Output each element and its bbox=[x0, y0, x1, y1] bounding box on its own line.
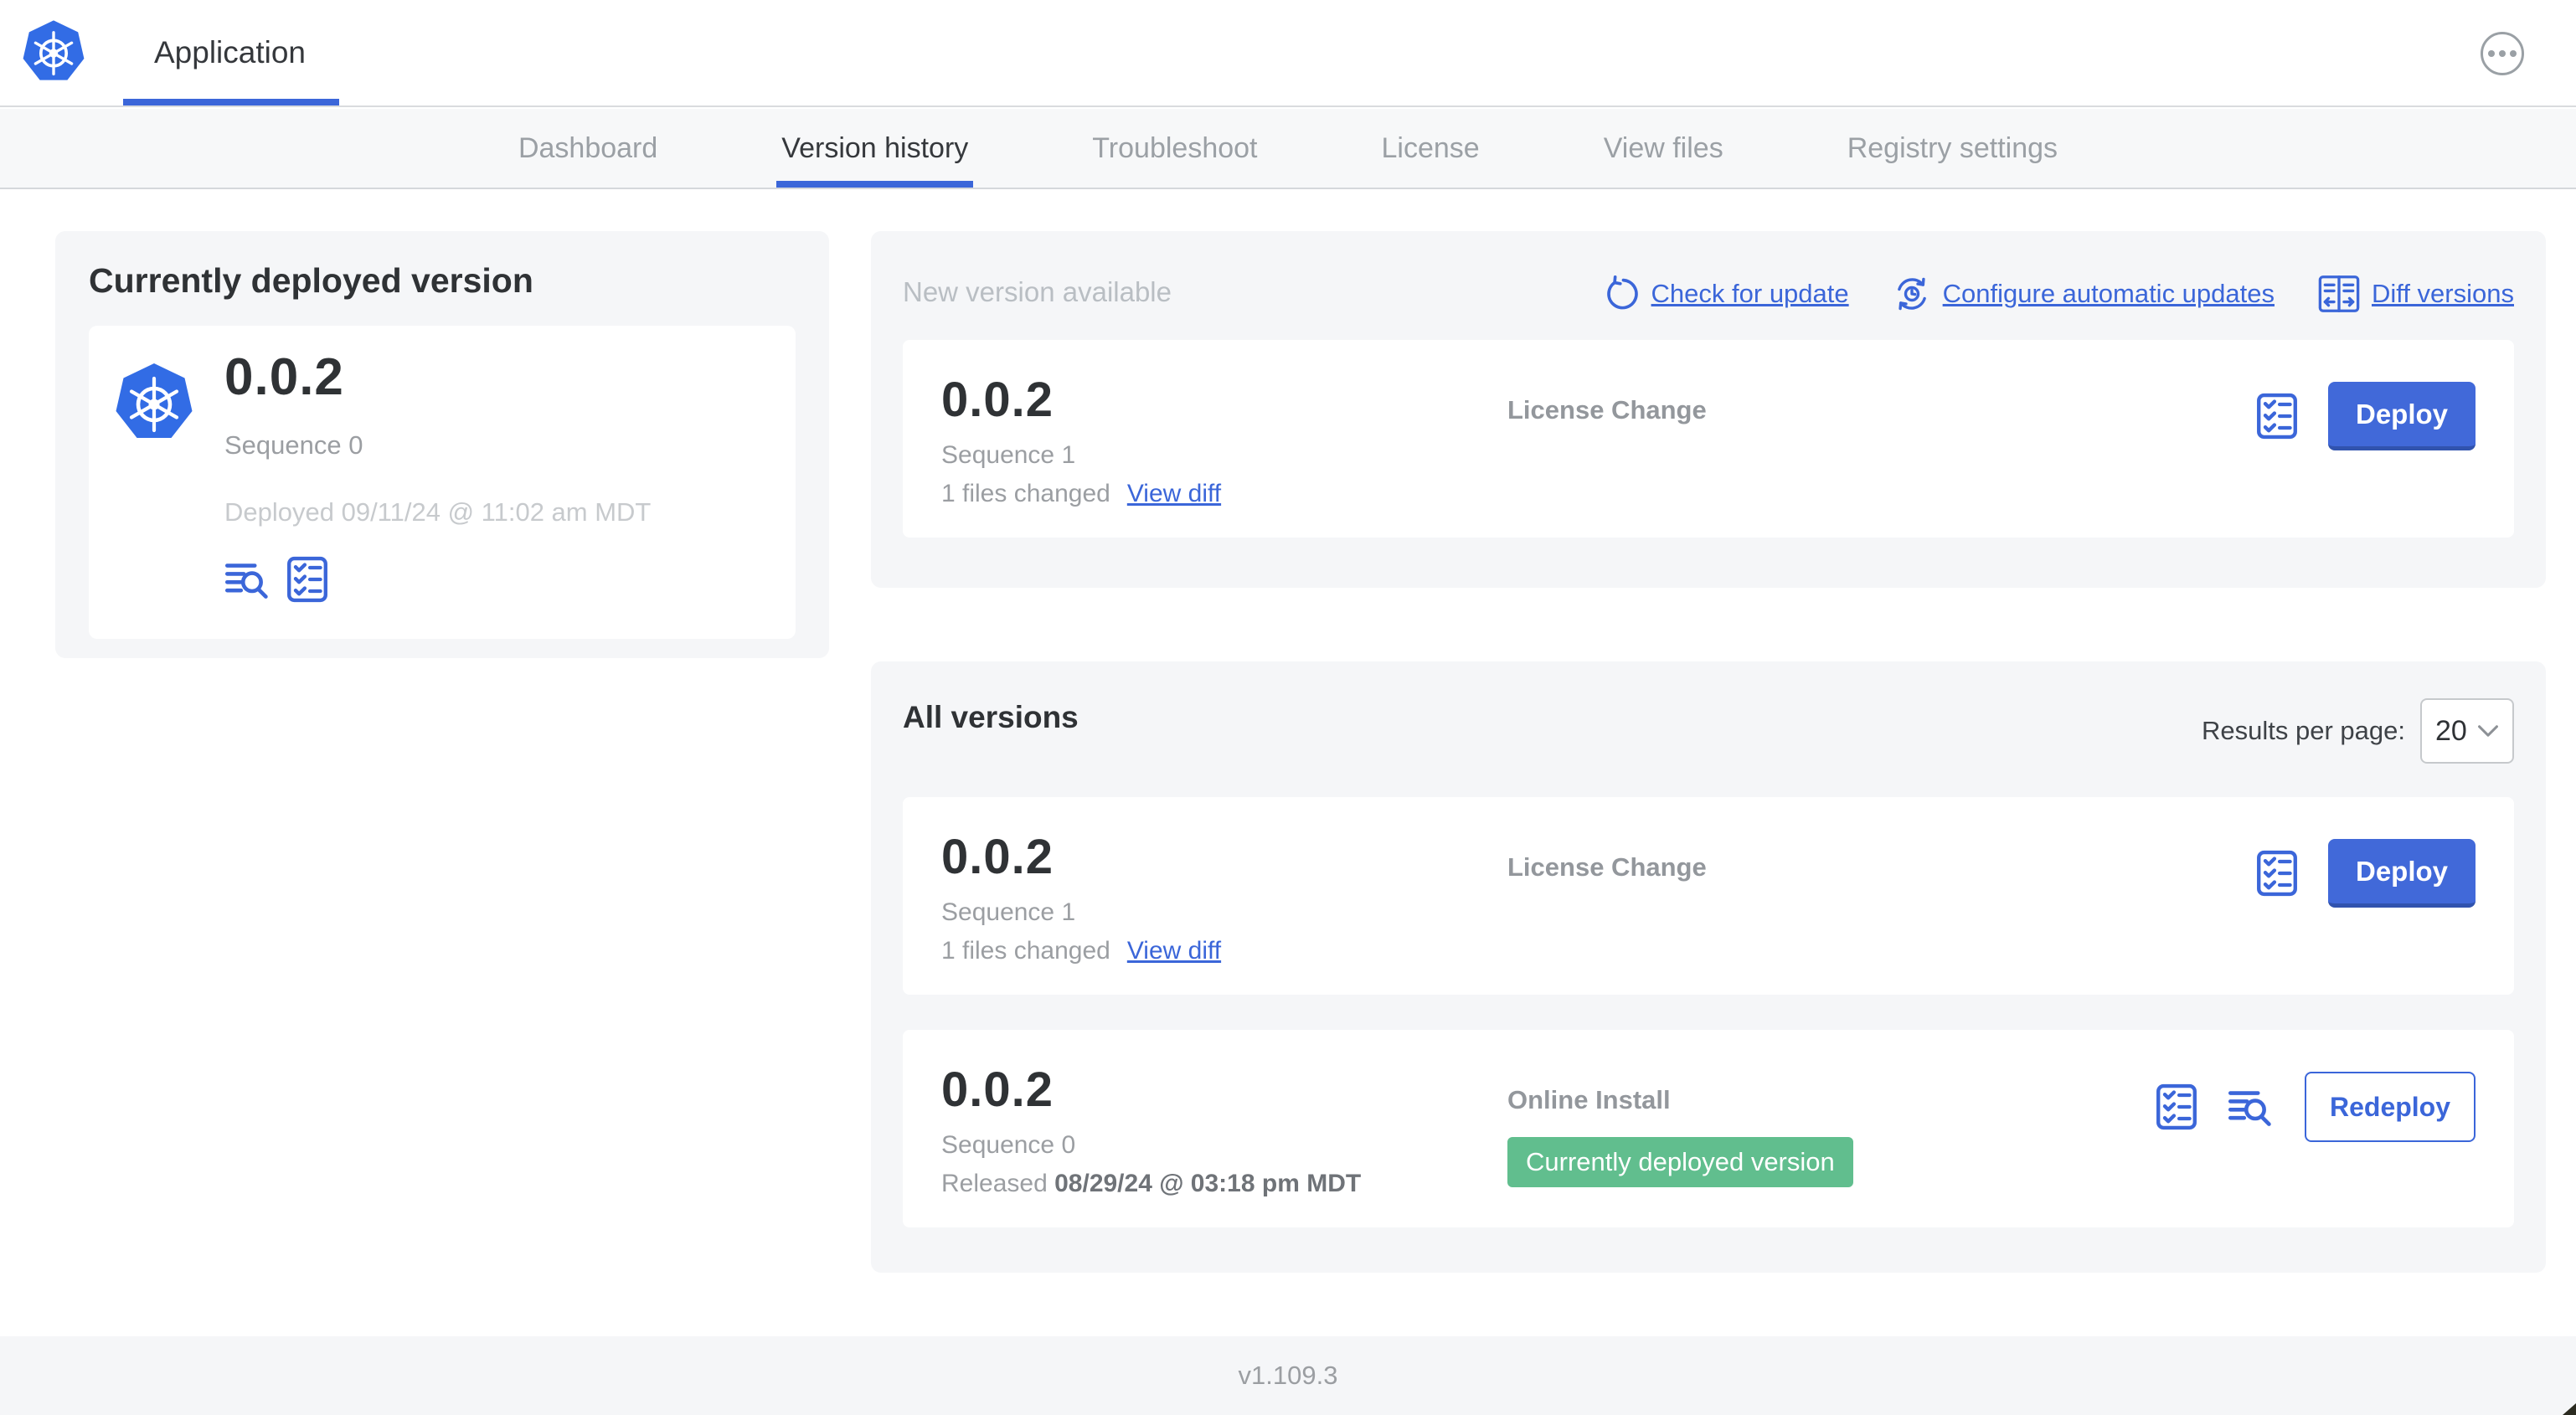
view-logs-button[interactable] bbox=[2228, 1083, 2275, 1130]
app-footer: v1.109.3 bbox=[0, 1336, 2576, 1415]
view-diff-link[interactable]: View diff bbox=[1127, 480, 1221, 508]
results-per-page-select[interactable]: 20 bbox=[2420, 698, 2514, 764]
version-row: 0.0.2 Sequence 1 1 files changed View di… bbox=[903, 797, 2514, 995]
version-source-label: License Change bbox=[1507, 852, 1707, 882]
kubernetes-logo bbox=[20, 18, 87, 85]
checklist-icon bbox=[286, 556, 328, 603]
tab-license[interactable]: License bbox=[1382, 109, 1480, 188]
all-versions-title: All versions bbox=[903, 700, 1079, 734]
currently-deployed-panel: Currently deployed version 0.0.2 Sequenc… bbox=[55, 231, 829, 658]
current-deployed-timestamp: Deployed 09/11/24 @ 11:02 am MDT bbox=[224, 497, 652, 527]
tab-troubleshoot[interactable]: Troubleshoot bbox=[1092, 109, 1257, 188]
new-version-row: 0.0.2 Sequence 1 1 files changed View di… bbox=[903, 340, 2514, 538]
check-for-update-link[interactable]: Check for update bbox=[1603, 275, 1849, 312]
tab-registry-settings[interactable]: Registry settings bbox=[1847, 109, 2058, 188]
checklist-icon bbox=[2256, 393, 2298, 440]
sequence-label: Sequence 0 bbox=[941, 1131, 1076, 1159]
app-nav: Dashboard Version history Troubleshoot L… bbox=[0, 109, 2576, 189]
version-label: 0.0.2 bbox=[941, 373, 1054, 427]
app-header: Application bbox=[0, 0, 2576, 107]
refresh-icon bbox=[1603, 275, 1640, 312]
checklist-icon bbox=[2256, 850, 2298, 897]
currently-deployed-badge: Currently deployed version bbox=[1507, 1137, 1853, 1187]
screen-corner-artifact bbox=[2563, 1403, 2576, 1415]
view-diff-link[interactable]: View diff bbox=[1127, 937, 1221, 965]
admin-console-version: v1.109.3 bbox=[1238, 1361, 1338, 1390]
deploy-button[interactable]: Deploy bbox=[2328, 839, 2476, 908]
version-source-label: License Change bbox=[1507, 395, 1707, 424]
currently-deployed-title: Currently deployed version bbox=[89, 261, 533, 300]
logs-icon bbox=[2228, 1083, 2275, 1130]
preflight-checks-button[interactable] bbox=[2156, 1083, 2197, 1130]
version-label: 0.0.2 bbox=[941, 1063, 1054, 1117]
preflight-checks-button[interactable] bbox=[2256, 393, 2298, 440]
current-sequence-label: Sequence 0 bbox=[224, 430, 363, 460]
deploy-button[interactable]: Deploy bbox=[2328, 382, 2476, 450]
tab-version-history[interactable]: Version history bbox=[776, 109, 974, 188]
files-changed-label: 1 files changed bbox=[941, 480, 1110, 507]
sync-clock-icon bbox=[1893, 275, 1931, 313]
kubernetes-app-icon bbox=[112, 361, 196, 445]
app-title: Application bbox=[154, 35, 307, 69]
results-per-page-label: Results per page: bbox=[2202, 716, 2405, 745]
configure-automatic-updates-link[interactable]: Configure automatic updates bbox=[1893, 275, 2275, 313]
logs-icon bbox=[224, 556, 271, 603]
sequence-label: Sequence 1 bbox=[941, 898, 1076, 926]
new-version-title: New version available bbox=[903, 276, 1172, 307]
currently-deployed-card: 0.0.2 Sequence 0 Deployed 09/11/24 @ 11:… bbox=[89, 326, 796, 639]
files-changed-label: 1 files changed bbox=[941, 937, 1110, 965]
view-logs-button[interactable] bbox=[224, 556, 271, 603]
new-version-panel: New version available Check for update C… bbox=[871, 231, 2546, 588]
sequence-label: Sequence 1 bbox=[941, 441, 1076, 469]
checklist-icon bbox=[2156, 1083, 2197, 1130]
ellipsis-icon bbox=[2488, 50, 2517, 57]
version-source-label: Online Install bbox=[1507, 1085, 1671, 1114]
tab-view-files[interactable]: View files bbox=[1604, 109, 1723, 188]
version-label: 0.0.2 bbox=[941, 830, 1054, 884]
diff-icon bbox=[2318, 275, 2360, 313]
diff-versions-link[interactable]: Diff versions bbox=[2318, 275, 2514, 313]
version-row: 0.0.2 Sequence 0 Released 08/29/24 @ 03:… bbox=[903, 1030, 2514, 1227]
app-title-active-underline bbox=[123, 99, 339, 105]
redeploy-button[interactable]: Redeploy bbox=[2305, 1072, 2476, 1142]
preflight-checks-button[interactable] bbox=[286, 556, 328, 603]
chevron-down-icon bbox=[2477, 724, 2499, 738]
overflow-menu-button[interactable] bbox=[2481, 32, 2524, 75]
tab-dashboard[interactable]: Dashboard bbox=[518, 109, 657, 188]
all-versions-panel: All versions Results per page: 20 0.0.2 … bbox=[871, 661, 2546, 1273]
released-timestamp: Released 08/29/24 @ 03:18 pm MDT bbox=[941, 1170, 1362, 1197]
current-version-label: 0.0.2 bbox=[224, 348, 344, 406]
preflight-checks-button[interactable] bbox=[2256, 850, 2298, 897]
